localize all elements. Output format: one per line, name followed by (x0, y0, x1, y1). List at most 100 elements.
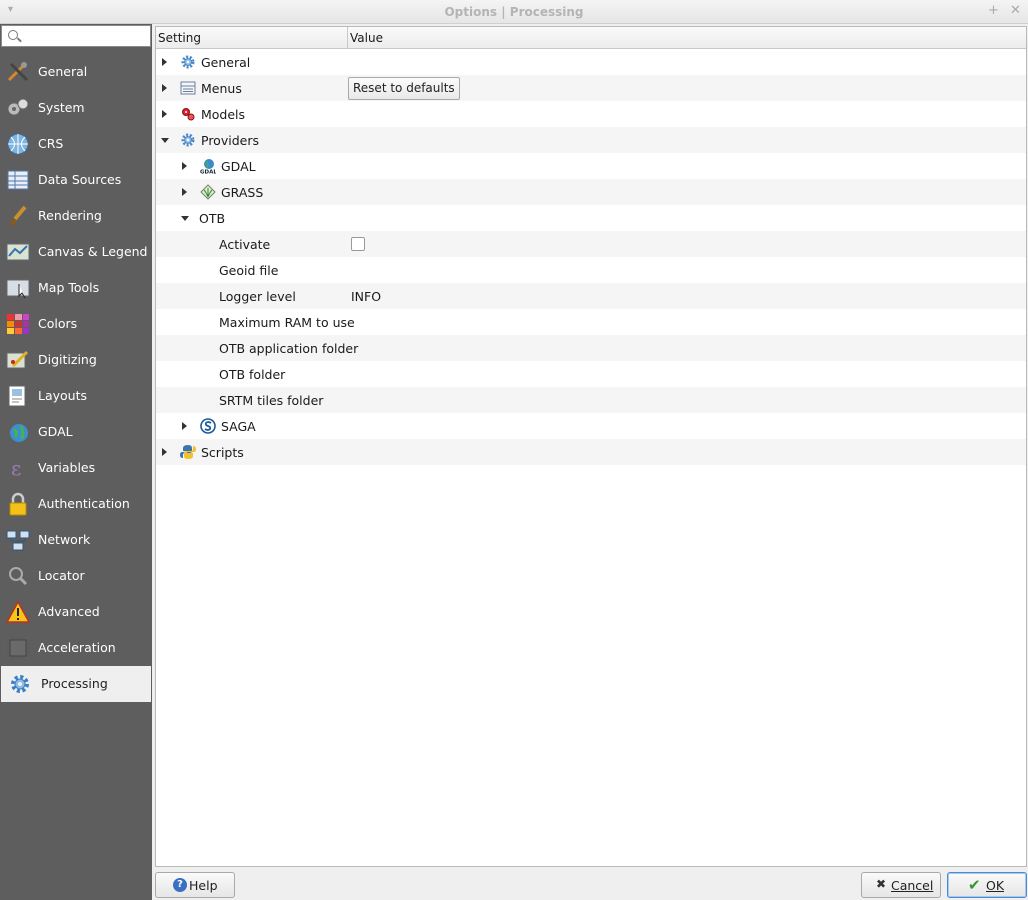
chip-icon (5, 636, 31, 660)
ok-button[interactable]: ✔ OK (947, 872, 1027, 898)
expand-arrow-icon[interactable] (162, 448, 167, 456)
tree-row-geoid-file[interactable]: Geoid file (156, 257, 1026, 283)
setting-label: Models (201, 107, 246, 122)
search-input[interactable] (1, 25, 151, 47)
sidebar-item-rendering[interactable]: Rendering (0, 198, 152, 234)
setting-label: OTB folder (219, 367, 286, 382)
sidebar-item-digitizing[interactable]: Digitizing (0, 342, 152, 378)
expand-arrow-icon[interactable] (162, 110, 167, 118)
sidebar-item-acceleration[interactable]: Acceleration (0, 630, 152, 666)
activate-checkbox[interactable] (351, 237, 365, 251)
sidebar-item-network[interactable]: Network (0, 522, 152, 558)
expand-arrow-icon[interactable] (182, 162, 187, 170)
expand-arrow-icon[interactable] (182, 422, 187, 430)
sidebar-item-gdal[interactable]: GDAL (0, 414, 152, 450)
tree-row-providers[interactable]: Providers (156, 127, 1026, 153)
help-icon: ? (173, 878, 187, 892)
sidebar-item-label: Rendering (38, 208, 102, 223)
window-title: Options | Processing (444, 5, 584, 19)
tree-row-gdal[interactable]: GDAL GDAL (156, 153, 1026, 179)
setting-label: GRASS (221, 185, 264, 200)
tree-row-srtm-tiles-folder[interactable]: SRTM tiles folder (156, 387, 1026, 413)
svg-text:ε: ε (11, 456, 21, 480)
value-column-header[interactable]: Value (350, 31, 383, 45)
python-icon (180, 444, 196, 460)
tree-row-otb[interactable]: OTB (156, 205, 1026, 231)
sidebar-item-authentication[interactable]: Authentication (0, 486, 152, 522)
title-bar: ▾ Options | Processing + ✕ (0, 0, 1028, 24)
tree-row-activate[interactable]: Activate (156, 231, 1026, 257)
sidebar-item-canvas-legend[interactable]: Canvas & Legend (0, 234, 152, 270)
reset-to-defaults-button[interactable]: Reset to defaults (348, 77, 460, 100)
sidebar-item-label: Colors (38, 316, 78, 331)
sidebar-item-label: Map Tools (38, 280, 100, 295)
magnifier-icon (5, 564, 31, 588)
sidebar-item-data-sources[interactable]: Data Sources (0, 162, 152, 198)
expand-arrow-icon[interactable] (182, 188, 187, 196)
setting-label: GDAL (221, 159, 256, 174)
setting-label: Menus (201, 81, 242, 96)
column-divider[interactable] (347, 27, 348, 49)
gear-icon (180, 54, 196, 70)
setting-column-header[interactable]: Setting (158, 31, 201, 45)
setting-label: Geoid file (219, 263, 279, 278)
tree-row-otb-application-folder[interactable]: OTB application folder (156, 335, 1026, 361)
sidebar-item-label: Processing (41, 676, 108, 691)
sidebar-item-system[interactable]: System (0, 90, 152, 126)
close-icon[interactable]: ✕ (1010, 3, 1021, 18)
sidebar-item-label: Locator (38, 568, 85, 583)
tree-row-logger-level[interactable]: Logger level INFO (156, 283, 1026, 309)
sidebar-item-locator[interactable]: Locator (0, 558, 152, 594)
search-icon (8, 30, 18, 40)
tree-row-saga[interactable]: SAGA (156, 413, 1026, 439)
tree-row-scripts[interactable]: Scripts (156, 439, 1026, 465)
network-icon (5, 528, 31, 552)
sidebar-item-map-tools[interactable]: Map Tools (0, 270, 152, 306)
sidebar-item-label: Layouts (38, 388, 88, 403)
cancel-button[interactable]: ✖ Cancel (861, 872, 941, 898)
sidebar-item-general[interactable]: General (0, 54, 152, 90)
digitize-pencil-icon (5, 348, 31, 372)
gear-icon (7, 672, 33, 696)
sidebar-item-label: Authentication (38, 496, 130, 511)
tree-row-general[interactable]: General (156, 49, 1026, 75)
sidebar-item-crs[interactable]: CRS (0, 126, 152, 162)
sidebar-item-label: Advanced (38, 604, 100, 619)
map-cursor-icon (5, 276, 31, 300)
options-sidebar: General System CRS Data Sources Rendering Can… (0, 24, 152, 900)
sidebar-item-layouts[interactable]: Layouts (0, 378, 152, 414)
tree-row-maximum-ram-to-use[interactable]: Maximum RAM to use (156, 309, 1026, 335)
grass-icon (200, 184, 216, 200)
collapse-arrow-icon[interactable] (161, 138, 169, 143)
setting-label: SRTM tiles folder (219, 393, 324, 408)
table-icon (5, 168, 31, 192)
tree-row-models[interactable]: Models (156, 101, 1026, 127)
tree-row-menus[interactable]: Menus Reset to defaults (156, 75, 1026, 101)
expand-arrow-icon[interactable] (162, 84, 167, 92)
globe-grid-icon (5, 132, 31, 156)
sidebar-item-label: Network (38, 532, 91, 547)
tree-row-grass[interactable]: GRASS (156, 179, 1026, 205)
tree-header: Setting Value (156, 27, 1026, 49)
sidebar-item-colors[interactable]: Colors (0, 306, 152, 342)
sidebar-item-advanced[interactable]: Advanced (0, 594, 152, 630)
help-button-label: Help (189, 878, 218, 893)
setting-label: Scripts (201, 445, 244, 460)
settings-tree[interactable]: Setting Value General Menus Reset to defau… (155, 26, 1027, 867)
sidebar-item-label: General (38, 64, 88, 79)
collapse-arrow-icon[interactable] (181, 216, 189, 221)
setting-label: General (201, 55, 251, 70)
sidebar-item-label: Data Sources (38, 172, 122, 187)
help-button[interactable]: ? Help (155, 872, 235, 898)
sidebar-item-variables[interactable]: ε Variables (0, 450, 152, 486)
sidebar-item-processing[interactable]: Processing (1, 666, 151, 702)
gear-icon (180, 132, 196, 148)
gdal-icon: GDAL (200, 158, 217, 176)
sidebar-item-label: CRS (38, 136, 64, 151)
maximize-icon[interactable]: + (988, 3, 999, 18)
setting-value[interactable]: INFO (351, 289, 381, 304)
models-icon (180, 106, 196, 122)
ok-button-label: OK (986, 878, 1005, 893)
tree-row-otb-folder[interactable]: OTB folder (156, 361, 1026, 387)
expand-arrow-icon[interactable] (162, 58, 167, 66)
